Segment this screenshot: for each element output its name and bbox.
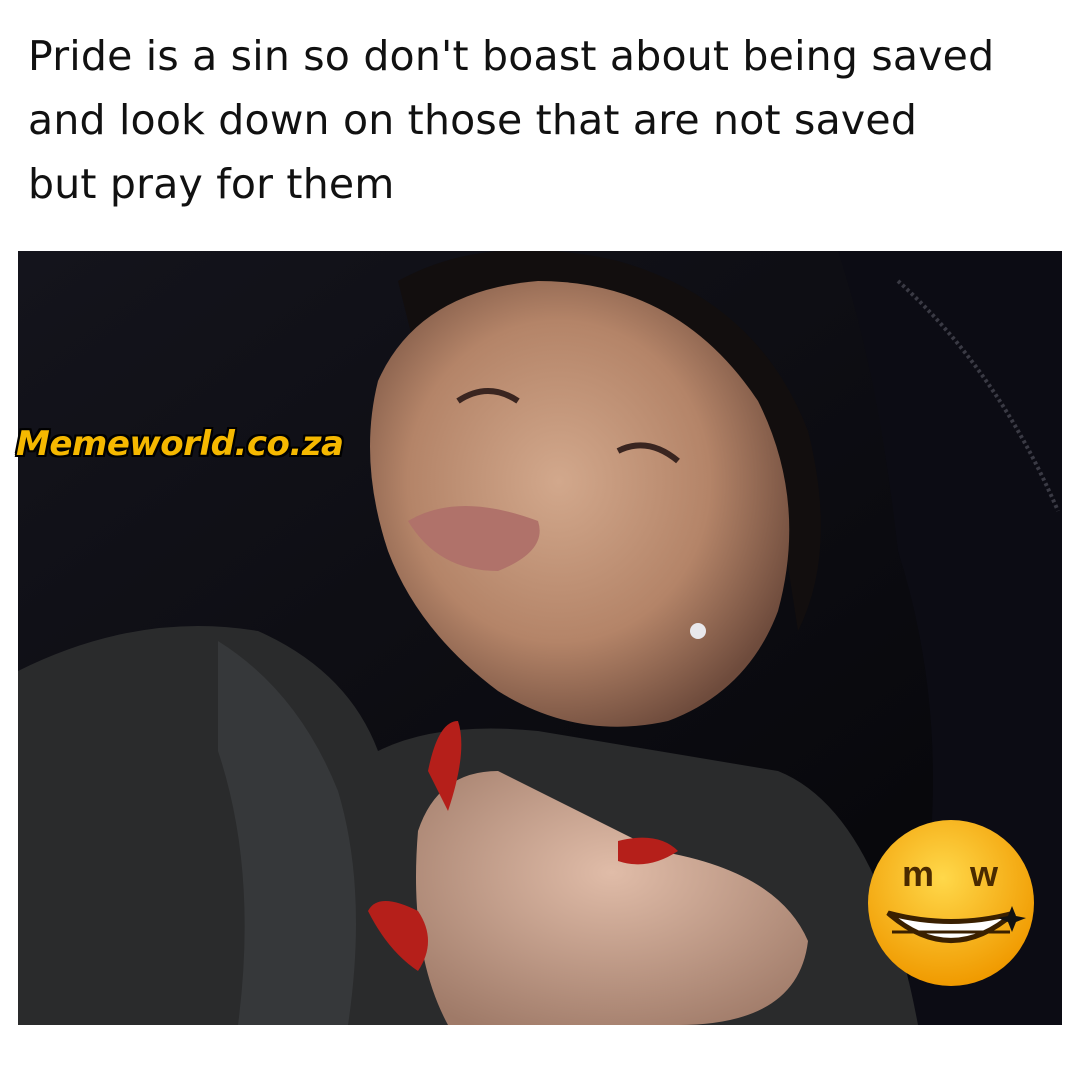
caption-line-2: and look down on those that are not save… — [28, 96, 918, 144]
caption-line-3: but pray for them — [28, 160, 395, 208]
caption-line-1: Pride is a sin so don't boast about bein… — [28, 32, 995, 80]
svg-text:w: w — [969, 853, 999, 894]
watermark-text: Memeworld.co.za — [16, 424, 344, 464]
earring — [690, 623, 706, 639]
svg-text:m: m — [902, 853, 934, 894]
grinning-face-logo-icon: m w — [866, 818, 1036, 988]
meme-caption: Pride is a sin so don't boast about bein… — [28, 24, 1058, 216]
